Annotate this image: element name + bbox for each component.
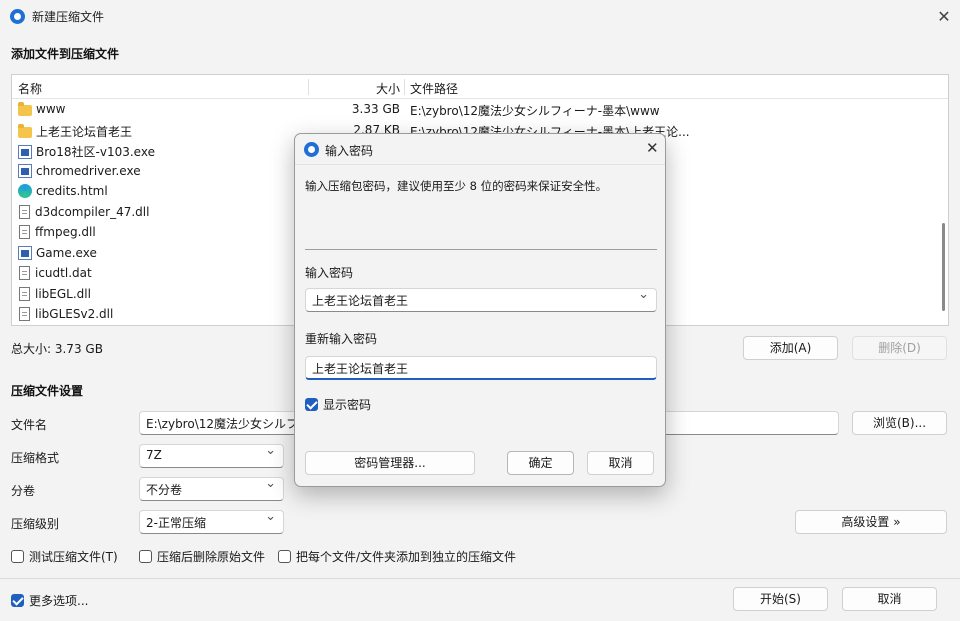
close-icon[interactable]: ✕ — [936, 7, 952, 26]
row-name: Bro18社区-v103.exe — [36, 145, 155, 159]
volume-select[interactable]: 不分卷 — [139, 477, 284, 501]
dialog-logo-icon — [304, 142, 319, 157]
password-combobox[interactable]: 上老王论坛首老王 — [305, 288, 657, 312]
level-select[interactable]: 2-正常压缩 — [139, 510, 284, 534]
filename-label: 文件名 — [11, 418, 48, 432]
dialog-title: 输入密码 — [325, 144, 374, 158]
show-password-checkbox[interactable]: 显示密码 — [305, 396, 371, 413]
file-icon — [19, 266, 30, 280]
row-name-cell: credits.html — [18, 184, 308, 198]
window-title: 新建压缩文件 — [32, 10, 105, 24]
table-row[interactable]: www 3.33 GB E:\zybro\12魔法少女シルフィーナ-墨本\www — [12, 100, 948, 120]
exe-icon — [18, 144, 32, 159]
more-options-checkbox[interactable]: 更多选项... — [11, 592, 88, 609]
format-label: 压缩格式 — [11, 451, 60, 465]
format-select-value: 7Z — [146, 448, 162, 462]
settings-section-label: 压缩文件设置 — [11, 384, 84, 398]
test-archive-checkbox[interactable]: 测试压缩文件(T) — [11, 548, 118, 565]
row-name-cell: Bro18社区-v103.exe — [18, 143, 308, 160]
checkbox-box-checked[interactable] — [11, 594, 24, 607]
advanced-settings-button[interactable]: 高级设置 » — [795, 510, 947, 534]
row-name: 上老王论坛首老王 — [36, 124, 133, 139]
test-archive-label: 测试压缩文件(T) — [29, 550, 118, 564]
file-icon — [19, 286, 30, 301]
checkbox-box[interactable] — [139, 550, 152, 563]
row-name: d3dcompiler_47.dll — [35, 204, 150, 219]
show-password-label: 显示密码 — [323, 398, 372, 412]
footer-divider — [0, 578, 960, 579]
confirm-password-input[interactable]: 上老王论坛首老王 — [305, 356, 657, 380]
add-files-section-label: 添加文件到压缩文件 — [11, 47, 120, 61]
total-size: 总大小: 3.73 GB — [11, 342, 103, 356]
row-name: libGLESv2.dll — [35, 307, 114, 321]
password-dialog: 输入密码 ✕ 输入压缩包密码，建议使用至少 8 位的密码来保证安全性。 输入密码… — [294, 133, 666, 487]
separate-archives-checkbox[interactable]: 把每个文件/文件夹添加到独立的压缩文件 — [278, 548, 516, 565]
row-name-cell: ffmpeg.dll — [18, 225, 308, 239]
cancel-button[interactable]: 取消 — [842, 587, 937, 611]
folder-icon — [18, 102, 32, 116]
password-manager-button[interactable]: 密码管理器... — [305, 451, 475, 475]
row-path: E:\zybro\12魔法少女シルフィーナ-墨本\www — [410, 104, 660, 118]
file-list-scrollbar[interactable] — [942, 223, 945, 311]
file-list-header: 名称 大小 文件路径 — [12, 75, 948, 99]
row-name-cell: 上老王论坛首老王 — [18, 123, 308, 140]
row-name-cell: www — [18, 102, 308, 116]
row-name-cell: icudtl.dat — [18, 266, 308, 280]
row-name: icudtl.dat — [35, 266, 92, 280]
exe-icon — [18, 245, 32, 260]
column-header-size[interactable]: 大小 — [312, 80, 400, 97]
volume-select-value: 不分卷 — [146, 483, 183, 497]
checkbox-box-checked[interactable] — [305, 398, 318, 411]
edge-icon — [18, 184, 32, 198]
row-name: credits.html — [36, 184, 108, 198]
row-name: Game.exe — [36, 245, 97, 260]
confirm-password-value: 上老王论坛首老王 — [312, 362, 409, 376]
remove-button[interactable]: 删除(D) — [852, 336, 947, 360]
confirm-password-label: 重新输入密码 — [305, 332, 378, 346]
dialog-description: 输入压缩包密码，建议使用至少 8 位的密码来保证安全性。 — [305, 179, 608, 193]
row-name-cell: libGLESv2.dll — [18, 307, 308, 321]
checkbox-box[interactable] — [278, 550, 291, 563]
dialog-separator — [305, 249, 657, 250]
file-icon — [19, 225, 30, 239]
row-name: ffmpeg.dll — [35, 225, 96, 239]
app-logo-icon — [10, 9, 25, 24]
row-name-cell: Game.exe — [18, 245, 308, 260]
dialog-cancel-button[interactable]: 取消 — [587, 451, 654, 475]
title-bar — [0, 0, 960, 34]
row-name-cell: d3dcompiler_47.dll — [18, 204, 308, 219]
file-icon — [19, 307, 30, 321]
row-size: 3.33 GB — [351, 102, 400, 116]
more-options-label: 更多选项... — [29, 594, 89, 608]
add-button[interactable]: 添加(A) — [743, 336, 838, 360]
row-name: www — [36, 102, 66, 116]
level-label: 压缩级别 — [11, 517, 60, 531]
dialog-close-icon[interactable]: ✕ — [646, 139, 659, 157]
level-select-value: 2-正常压缩 — [146, 516, 206, 530]
checkbox-box[interactable] — [11, 550, 24, 563]
row-name-cell: libEGL.dll — [18, 286, 308, 301]
row-name: chromedriver.exe — [36, 163, 141, 178]
volume-label: 分卷 — [11, 484, 36, 498]
password-label: 输入密码 — [305, 266, 354, 280]
browse-button[interactable]: 浏览(B)... — [852, 411, 947, 435]
dialog-title-divider — [295, 164, 665, 165]
folder-icon — [18, 123, 32, 138]
column-header-path[interactable]: 文件路径 — [410, 80, 458, 97]
password-value: 上老王论坛首老王 — [312, 294, 409, 308]
exe-icon — [18, 163, 32, 178]
format-select[interactable]: 7Z — [139, 444, 284, 468]
row-name: libEGL.dll — [35, 286, 91, 301]
column-header-name[interactable]: 名称 — [18, 80, 42, 97]
start-button[interactable]: 开始(S) — [733, 587, 828, 611]
ok-button[interactable]: 确定 — [507, 451, 574, 475]
delete-source-label: 压缩后删除原始文件 — [157, 550, 266, 564]
delete-source-checkbox[interactable]: 压缩后删除原始文件 — [139, 548, 265, 565]
row-name-cell: chromedriver.exe — [18, 163, 308, 178]
separate-archives-label: 把每个文件/文件夹添加到独立的压缩文件 — [296, 550, 517, 564]
file-icon — [19, 204, 30, 219]
